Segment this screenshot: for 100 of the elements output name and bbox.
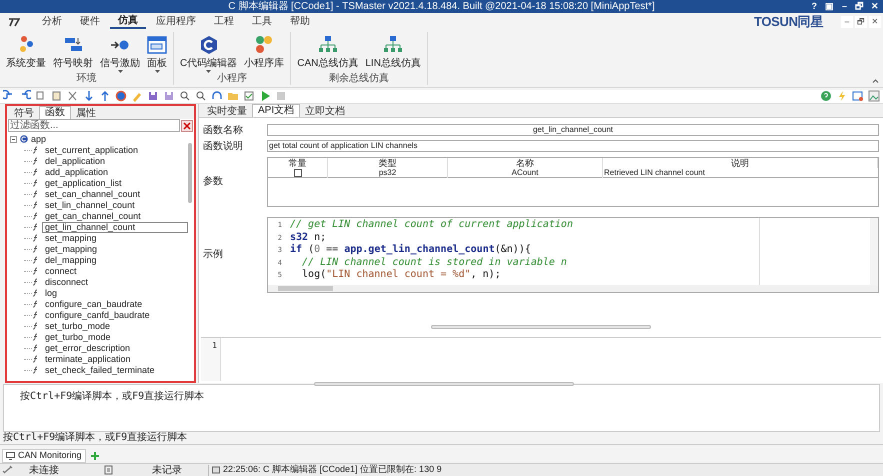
- window-icon[interactable]: [852, 90, 864, 102]
- checklist-icon[interactable]: [243, 90, 255, 102]
- restore-button[interactable]: 🗗: [855, 16, 867, 28]
- column-header: 名称: [448, 158, 603, 168]
- tree-item[interactable]: add_application: [42, 166, 110, 178]
- tree-item[interactable]: app: [31, 134, 46, 145]
- tree-item[interactable]: set_can_channel_count: [42, 188, 142, 200]
- tree-item[interactable]: get_mapping: [42, 244, 98, 255]
- clear-icon[interactable]: [181, 120, 193, 132]
- tab[interactable]: 函数: [39, 106, 71, 119]
- menu-tab[interactable]: 硬件: [72, 14, 108, 29]
- maximize-button[interactable]: 🗗: [855, 0, 863, 13]
- tree-item[interactable]: connect: [42, 266, 78, 277]
- field-label: 函数名称: [203, 124, 244, 138]
- close-button[interactable]: ✕: [871, 0, 879, 13]
- tree-item[interactable]: set_lin_channel_count: [42, 200, 136, 211]
- ribbon-button[interactable]: 信号激励: [98, 32, 142, 73]
- ribbon-button[interactable]: 系统变量: [4, 32, 48, 73]
- tab[interactable]: 符号: [9, 108, 39, 119]
- ribbon-button[interactable]: CAN总线仿真: [295, 32, 360, 73]
- tree-item[interactable]: configure_canfd_baudrate: [42, 310, 151, 321]
- function-icon: [32, 278, 40, 286]
- menu-tab[interactable]: 工具: [244, 14, 280, 29]
- tree-item[interactable]: set_mapping: [42, 232, 98, 244]
- menu-tab[interactable]: 工程: [206, 14, 242, 29]
- tree-item[interactable]: disconnect: [42, 276, 90, 288]
- tree-item[interactable]: del_mapping: [42, 254, 98, 266]
- circle-icon[interactable]: [115, 90, 127, 102]
- tree-item[interactable]: log: [42, 288, 58, 299]
- tree-item[interactable]: get_turbo_mode: [42, 332, 112, 343]
- function-description-field: get total count of application LIN channels: [267, 140, 879, 152]
- ribbon-button[interactable]: 面板: [145, 32, 169, 73]
- function-icon: [32, 344, 40, 352]
- tree-item[interactable]: get_application_list: [42, 178, 123, 189]
- checkbox[interactable]: [294, 168, 302, 177]
- tab[interactable]: 属性: [71, 108, 101, 119]
- tab[interactable]: API文档: [252, 104, 300, 117]
- app-logo-icon[interactable]: [8, 16, 20, 26]
- minimize-button[interactable]: –: [842, 0, 847, 13]
- minimize-button[interactable]: –: [841, 16, 853, 28]
- script-editor[interactable]: 1: [201, 337, 881, 382]
- splitter-handle[interactable]: [314, 382, 574, 386]
- run-icon[interactable]: [259, 90, 271, 102]
- menu-tab[interactable]: 帮助: [282, 14, 318, 29]
- function-icon: [32, 267, 40, 276]
- ribbon-button[interactable]: 小程序库: [242, 32, 286, 73]
- function-icon: [32, 157, 40, 166]
- menu-tab[interactable]: 应用程序: [148, 14, 204, 29]
- function-icon: [32, 201, 40, 210]
- status-message: 22:25:06: C 脚本编辑器 [CCode1] 位置已限制在: 130 9: [223, 463, 442, 476]
- field-label: 函数说明: [203, 140, 244, 154]
- connection-status: 未连接: [29, 464, 60, 476]
- tree-item[interactable]: get_error_description: [42, 342, 132, 354]
- brand-logo: TOSUN同星: [754, 12, 823, 31]
- search-icon[interactable]: [179, 90, 191, 102]
- close-button[interactable]: ✕: [869, 16, 881, 28]
- save-icon[interactable]: [147, 90, 159, 102]
- scrollbar[interactable]: [268, 284, 878, 292]
- monitor-icon: [6, 452, 15, 460]
- ribbon-button[interactable]: C代码编辑器: [178, 32, 240, 73]
- tree-item[interactable]: set_current_application: [42, 144, 140, 156]
- ribbon-button[interactable]: LIN总线仿真: [363, 32, 423, 73]
- table-cell-text: Retrieved LIN channel count: [603, 168, 706, 178]
- tree-item[interactable]: set_check_failed_terminate: [42, 364, 156, 376]
- tab[interactable]: 实时变量: [202, 106, 252, 117]
- recording-status: 未记录: [152, 464, 183, 476]
- collapse-ribbon-icon[interactable]: [872, 79, 879, 83]
- menu-tab[interactable]: 分析: [34, 14, 70, 29]
- help-button[interactable]: ?: [811, 0, 817, 13]
- restore-panel-button[interactable]: ▣: [824, 0, 834, 13]
- down-arrow-icon[interactable]: [83, 90, 95, 102]
- scrollbar[interactable]: [870, 218, 878, 285]
- add-icon[interactable]: [90, 450, 100, 461]
- tree-item[interactable]: get_lin_channel_count: [42, 222, 188, 233]
- tree-item[interactable]: configure_can_baudrate: [42, 298, 144, 310]
- message-icon: [212, 466, 220, 474]
- function-icon: [32, 168, 40, 176]
- collapse-icon[interactable]: [10, 136, 17, 143]
- function-icon: [32, 366, 40, 374]
- tree-item[interactable]: terminate_application: [42, 354, 132, 365]
- column-header: 说明: [603, 158, 878, 168]
- ribbon-button[interactable]: 符号映射: [51, 32, 95, 73]
- scrollbar[interactable]: [188, 142, 192, 203]
- search-icon[interactable]: [195, 90, 207, 102]
- filter-field[interactable]: 过滤函数...: [8, 119, 180, 132]
- image-icon[interactable]: [868, 90, 880, 102]
- cut-icon[interactable]: [67, 90, 79, 102]
- function-icon: [32, 256, 40, 264]
- help-icon[interactable]: [820, 90, 832, 102]
- c-logo-icon: [20, 135, 28, 144]
- paste-icon[interactable]: [51, 90, 63, 102]
- function-icon: [32, 146, 40, 154]
- splitter-handle[interactable]: [431, 325, 651, 330]
- tree-item[interactable]: set_turbo_mode: [42, 320, 112, 332]
- tab[interactable]: 立即文档: [300, 106, 350, 117]
- tab[interactable]: CAN Monitoring: [2, 448, 86, 463]
- function-icon: [32, 300, 40, 308]
- tree-item[interactable]: del_application: [42, 156, 106, 167]
- tree-item[interactable]: get_can_channel_count: [42, 210, 142, 222]
- up-arrow-icon[interactable]: [99, 90, 111, 102]
